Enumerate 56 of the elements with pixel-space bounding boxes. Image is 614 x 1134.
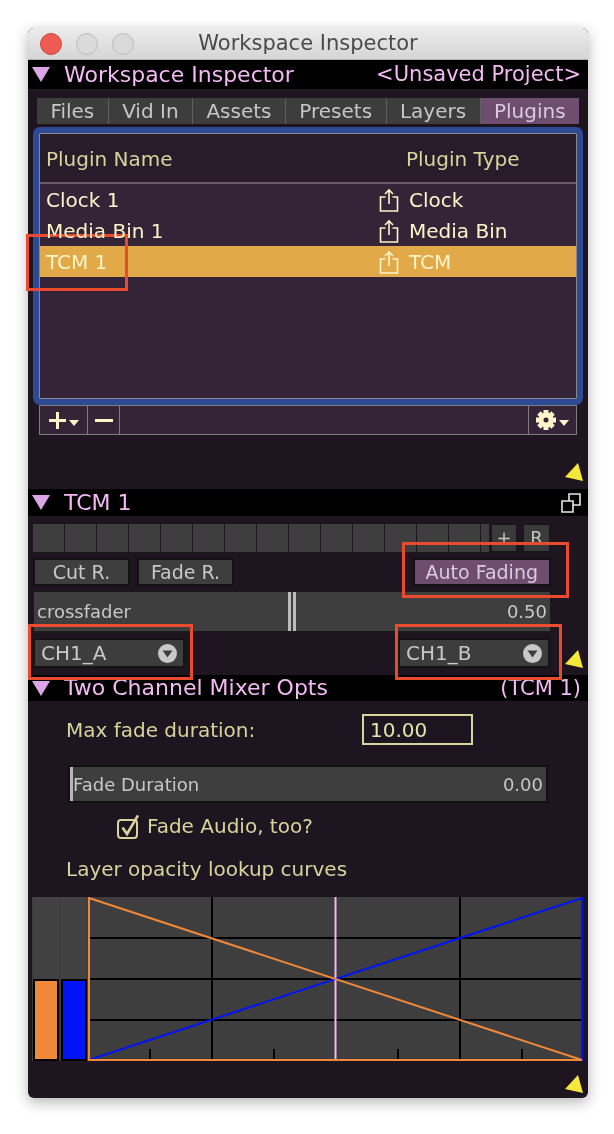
toggle-button[interactable]: Fade R.: [137, 558, 234, 586]
tab[interactable]: Files: [37, 98, 108, 124]
plugin-name: Clock 1: [46, 187, 120, 212]
plugin-type: Clock: [409, 186, 464, 214]
plus-icon: [48, 411, 66, 429]
caret-icon: [559, 420, 569, 426]
plugin-name: TCM 1: [46, 249, 108, 274]
minimize-button[interactable]: [76, 32, 98, 55]
close-button[interactable]: [40, 32, 62, 55]
tab[interactable]: Plugins: [479, 98, 579, 124]
resize-grip-icon[interactable]: [565, 650, 583, 668]
slider-value: 0.00: [502, 772, 543, 797]
channel-dropdown[interactable]: CH1_B: [398, 638, 550, 668]
disclosure-triangle-icon[interactable]: [32, 679, 50, 697]
share-icon: [379, 218, 399, 243]
channel-dropdown[interactable]: CH1_A: [33, 638, 185, 668]
slider-value: 0.50: [506, 600, 547, 624]
caret-icon: [68, 420, 79, 426]
plugin-type: Media Bin: [409, 217, 508, 245]
zoom-button[interactable]: [112, 32, 134, 55]
tab[interactable]: Assets: [192, 98, 285, 124]
section-title: TCM 1: [64, 491, 132, 514]
column-header: Plugin Type: [406, 147, 520, 171]
project-name: <Unsaved Project>: [376, 64, 581, 85]
slider-thumb[interactable]: [288, 592, 296, 631]
slider-thumb[interactable]: [70, 767, 73, 801]
overlapping-squares-icon[interactable]: [561, 492, 581, 513]
tab[interactable]: Vid In: [107, 98, 192, 124]
fade-duration-slider[interactable]: Fade Duration 0.00: [68, 765, 548, 803]
section-title: Workspace Inspector: [64, 63, 294, 86]
share-icon: [379, 249, 399, 274]
slider-label: crossfader: [37, 600, 131, 624]
resize-grip-icon[interactable]: [565, 1075, 583, 1093]
checkbox[interactable]: [117, 813, 139, 839]
window-title: Workspace Inspector: [198, 33, 418, 54]
field-label: Max fade duration:: [66, 717, 256, 742]
plugin-type: TCM: [409, 248, 452, 276]
tab[interactable]: Presets: [284, 98, 386, 124]
resize-grip-icon[interactable]: [565, 463, 583, 481]
minus-icon: [94, 418, 113, 422]
preset-slot[interactable]: [385, 524, 416, 552]
disclosure-triangle-icon[interactable]: [32, 494, 50, 511]
gear-icon: [536, 410, 556, 430]
toggle-button[interactable]: Cut R.: [33, 558, 130, 586]
table-row[interactable]: Clock 1 Clock: [40, 184, 576, 215]
disclosure-triangle-icon[interactable]: [32, 66, 50, 83]
section-label: Layer opacity lookup curves: [66, 856, 348, 883]
number-field[interactable]: 10.00: [362, 714, 473, 745]
slider-label: Fade Duration: [73, 772, 200, 797]
preset-slot[interactable]: [481, 524, 489, 552]
column-header: Plugin Name: [46, 147, 173, 171]
share-icon: [379, 187, 399, 212]
toggle-button[interactable]: Auto Fading: [412, 558, 551, 586]
crossfader-slider[interactable]: crossfader 0.50: [33, 591, 551, 632]
checkbox-label: Fade Audio, too?: [147, 813, 313, 840]
tab[interactable]: Layers: [385, 98, 480, 124]
